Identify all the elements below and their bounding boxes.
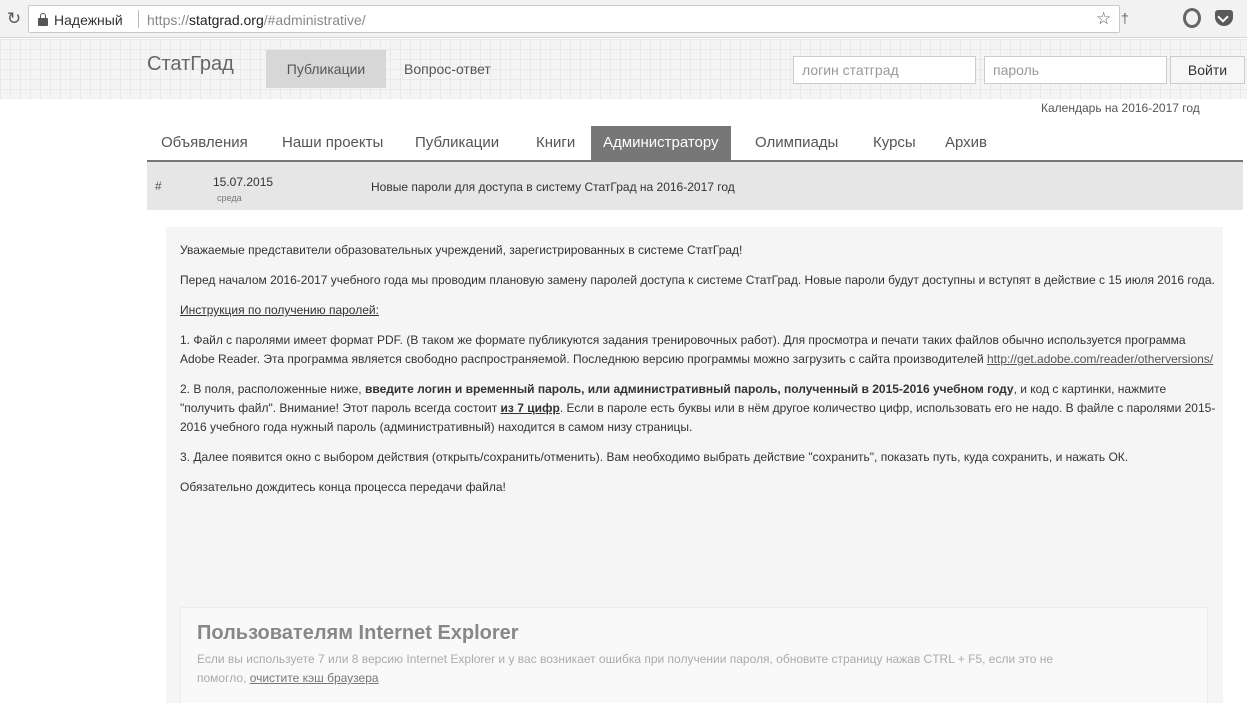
opera-extension-icon[interactable]	[1183, 8, 1201, 28]
step-2: 2. В поля, расположенные ниже, введите л…	[180, 380, 1220, 437]
article-date: 15.07.2015	[213, 175, 274, 189]
tab-courses[interactable]: Курсы	[873, 126, 916, 160]
article-hash: #	[155, 179, 162, 193]
article-title[interactable]: Новые пароли для доступа в систему СтатГ…	[371, 180, 735, 194]
ie-notice-title: Пользователям Internet Explorer	[197, 622, 519, 644]
tab-archive[interactable]: Архив	[945, 126, 987, 160]
article-header[interactable]: # 15.07.2015 среда Новые пароли для дост…	[147, 162, 1243, 210]
step-1: 1. Файл с паролями имеет формат PDF. (В …	[180, 331, 1220, 369]
article-content: Уважаемые представители образовательных …	[180, 241, 1220, 508]
reload-icon[interactable]: ↻	[4, 9, 24, 29]
article-weekday: среда	[217, 193, 242, 203]
ie-notice-box: Пользователям Internet Explorer Если вы …	[180, 607, 1208, 703]
tab-publications[interactable]: Публикации	[415, 126, 499, 160]
pocket-extension-icon[interactable]	[1215, 10, 1233, 26]
ie-notice-text: Если вы используете 7 или 8 версию Inter…	[197, 650, 1077, 688]
login-button[interactable]: Войти	[1170, 56, 1245, 84]
tab-administrator[interactable]: Администратору	[591, 126, 731, 160]
step-2-seven-digits: из 7 цифр	[500, 401, 560, 415]
section-tabs: Объявления Наши проекты Публикации Книги…	[147, 126, 1243, 162]
lock-icon[interactable]	[38, 13, 48, 26]
password-input[interactable]	[984, 56, 1167, 84]
url-host: statgrad.org	[189, 12, 264, 28]
tab-announcements[interactable]: Объявления	[161, 126, 248, 160]
url-text[interactable]: https://statgrad.org/#administrative/	[147, 12, 366, 28]
adobe-reader-link[interactable]: http://get.adobe.com/reader/otherversion…	[987, 352, 1213, 366]
intro-text: Перед началом 2016-2017 учебного года мы…	[180, 273, 1215, 287]
clear-cache-link[interactable]: очистите кэш браузера	[250, 671, 379, 685]
instruction-heading: Инструкция по получению паролей:	[180, 303, 379, 317]
key-icon[interactable]: †	[1121, 10, 1129, 26]
url-path: /#administrative/	[263, 12, 366, 28]
wait-note: Обязательно дождитесь конца процесса пер…	[180, 480, 506, 494]
url-scheme: https://	[147, 12, 190, 28]
tab-projects[interactable]: Наши проекты	[282, 126, 383, 160]
article-body: Уважаемые представители образовательных …	[166, 227, 1223, 703]
login-input[interactable]	[793, 56, 976, 84]
site-header: СтатГрад Публикации Вопрос-ответ Войти	[0, 39, 1247, 99]
calendar-link[interactable]: Календарь на 2016-2017 год	[1041, 101, 1200, 115]
address-separator	[138, 10, 139, 28]
step-3: 3. Далее появится окно с выбором действи…	[180, 450, 1129, 464]
tab-olympiads[interactable]: Олимпиады	[755, 126, 838, 160]
site-logo[interactable]: СтатГрад	[147, 53, 234, 76]
nav-qa[interactable]: Вопрос-ответ	[404, 50, 491, 88]
secure-label[interactable]: Надежный	[54, 12, 123, 28]
browser-toolbar: ↻ Надежный https://statgrad.org/#adminis…	[0, 0, 1247, 38]
step-2-bold: введите логин и временный пароль, или ад…	[364, 382, 1014, 396]
greeting-text: Уважаемые представители образовательных …	[180, 243, 743, 257]
navbar: СтатГрад Публикации Вопрос-ответ Войти	[0, 39, 1247, 99]
nav-publications[interactable]: Публикации	[266, 50, 386, 88]
tab-books[interactable]: Книги	[536, 126, 575, 160]
bookmark-star-icon[interactable]: ☆	[1096, 9, 1111, 29]
step-2-text-a: 2. В поля, расположенные ниже,	[180, 382, 365, 396]
address-bar[interactable]: Надежный https://statgrad.org/#administr…	[28, 5, 1129, 33]
